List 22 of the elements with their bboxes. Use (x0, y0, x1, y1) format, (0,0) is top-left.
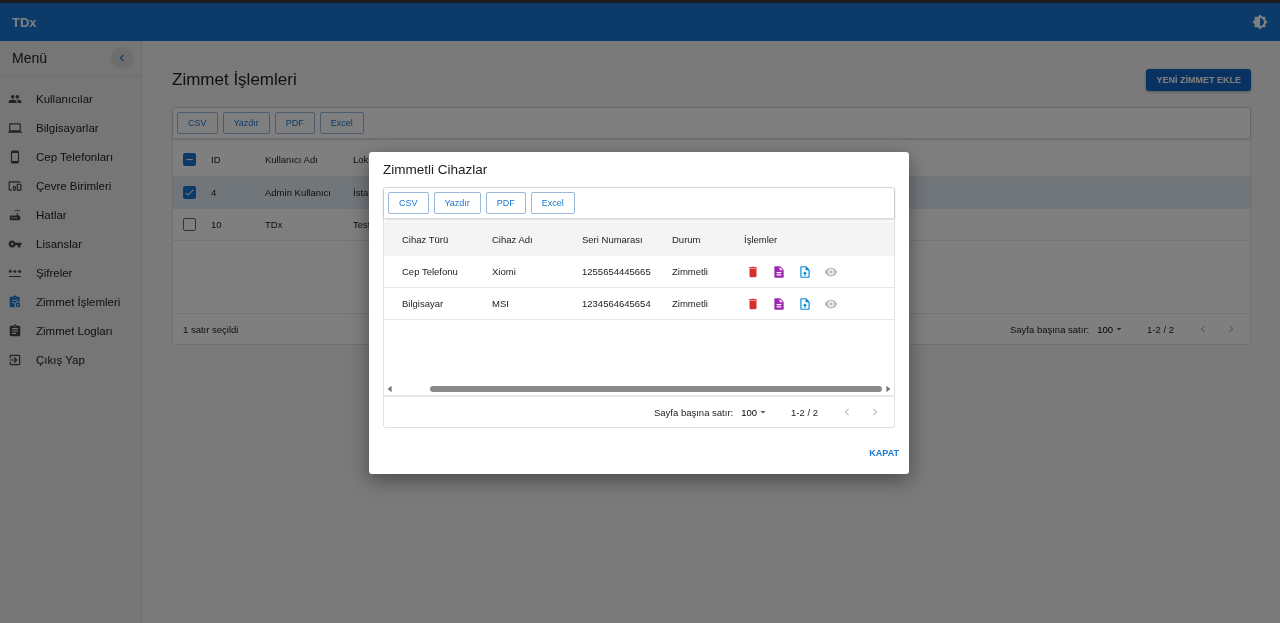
table-cell-text: 1234564645654 (581, 298, 652, 309)
table-cell-text: Bilgisayar (401, 298, 445, 309)
table-cell-text: Zimmetli (671, 298, 709, 309)
page-range: 1-2 / 2 (1147, 323, 1174, 335)
table-cell-text: 4 (210, 187, 218, 198)
table-cell-text: Zimmetli (671, 266, 709, 277)
table-cell-text: Xiomi (491, 266, 517, 277)
table-cell-text: TDx (264, 219, 284, 230)
dialog-title: Zimmetli Cihazlar (383, 162, 489, 177)
table-cell-text: Admin Kullanıcı (264, 187, 332, 198)
rows-per-page-label: Sayfa başına satır: (1010, 323, 1090, 335)
table-cell-text: MSI (491, 298, 510, 309)
table-cell-text: Cep Telefonu (401, 266, 459, 277)
table-cell-text: 10 (210, 219, 223, 230)
menu-title: Menü (12, 50, 48, 66)
table-cell-text: 1255654445665 (581, 266, 652, 277)
app-title: TDx (12, 14, 37, 30)
rows-per-page-label: Sayfa başına satır: (654, 406, 734, 418)
page-title: Zimmet İşlemleri (172, 70, 297, 90)
selection-count: 1 satır seçildi (183, 323, 239, 335)
table-cell-text: İsta (352, 187, 370, 198)
page-range: 1-2 / 2 (791, 406, 818, 418)
